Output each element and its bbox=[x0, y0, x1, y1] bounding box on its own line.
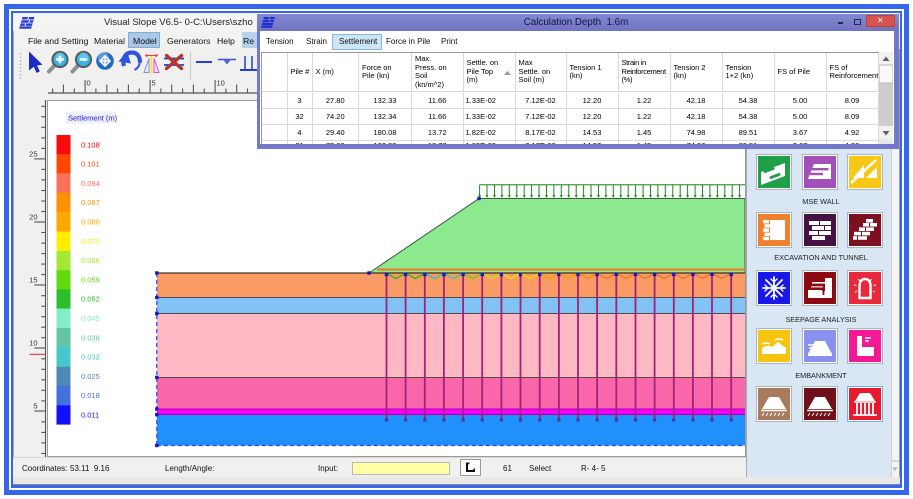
svg-text:0.059: 0.059 bbox=[81, 275, 100, 284]
svg-text:0.018: 0.018 bbox=[81, 391, 100, 400]
svg-text:0.073: 0.073 bbox=[81, 237, 100, 246]
svg-text:0.101: 0.101 bbox=[81, 160, 100, 169]
svg-text:15: 15 bbox=[29, 275, 37, 284]
svg-text:Settlement (m): Settlement (m) bbox=[68, 114, 118, 123]
svg-text:0.038: 0.038 bbox=[81, 333, 100, 342]
svg-text:0.066: 0.066 bbox=[81, 256, 100, 265]
svg-text:0: 0 bbox=[87, 79, 91, 88]
svg-text:20: 20 bbox=[29, 212, 37, 221]
svg-text:0.045: 0.045 bbox=[81, 314, 100, 323]
svg-text:0.032: 0.032 bbox=[81, 353, 100, 362]
svg-text:0.094: 0.094 bbox=[81, 179, 100, 188]
svg-text:10: 10 bbox=[217, 79, 225, 88]
svg-text:0.025: 0.025 bbox=[81, 372, 100, 381]
svg-text:25: 25 bbox=[29, 149, 37, 158]
svg-text:0.011: 0.011 bbox=[81, 411, 99, 420]
svg-text:5: 5 bbox=[152, 79, 156, 88]
svg-text:0.080: 0.080 bbox=[81, 218, 100, 227]
svg-text:0.108: 0.108 bbox=[81, 140, 100, 149]
svg-text:0.087: 0.087 bbox=[81, 198, 100, 207]
svg-text:0.052: 0.052 bbox=[81, 295, 100, 304]
svg-text:5: 5 bbox=[33, 401, 37, 410]
svg-text:10: 10 bbox=[29, 338, 37, 347]
